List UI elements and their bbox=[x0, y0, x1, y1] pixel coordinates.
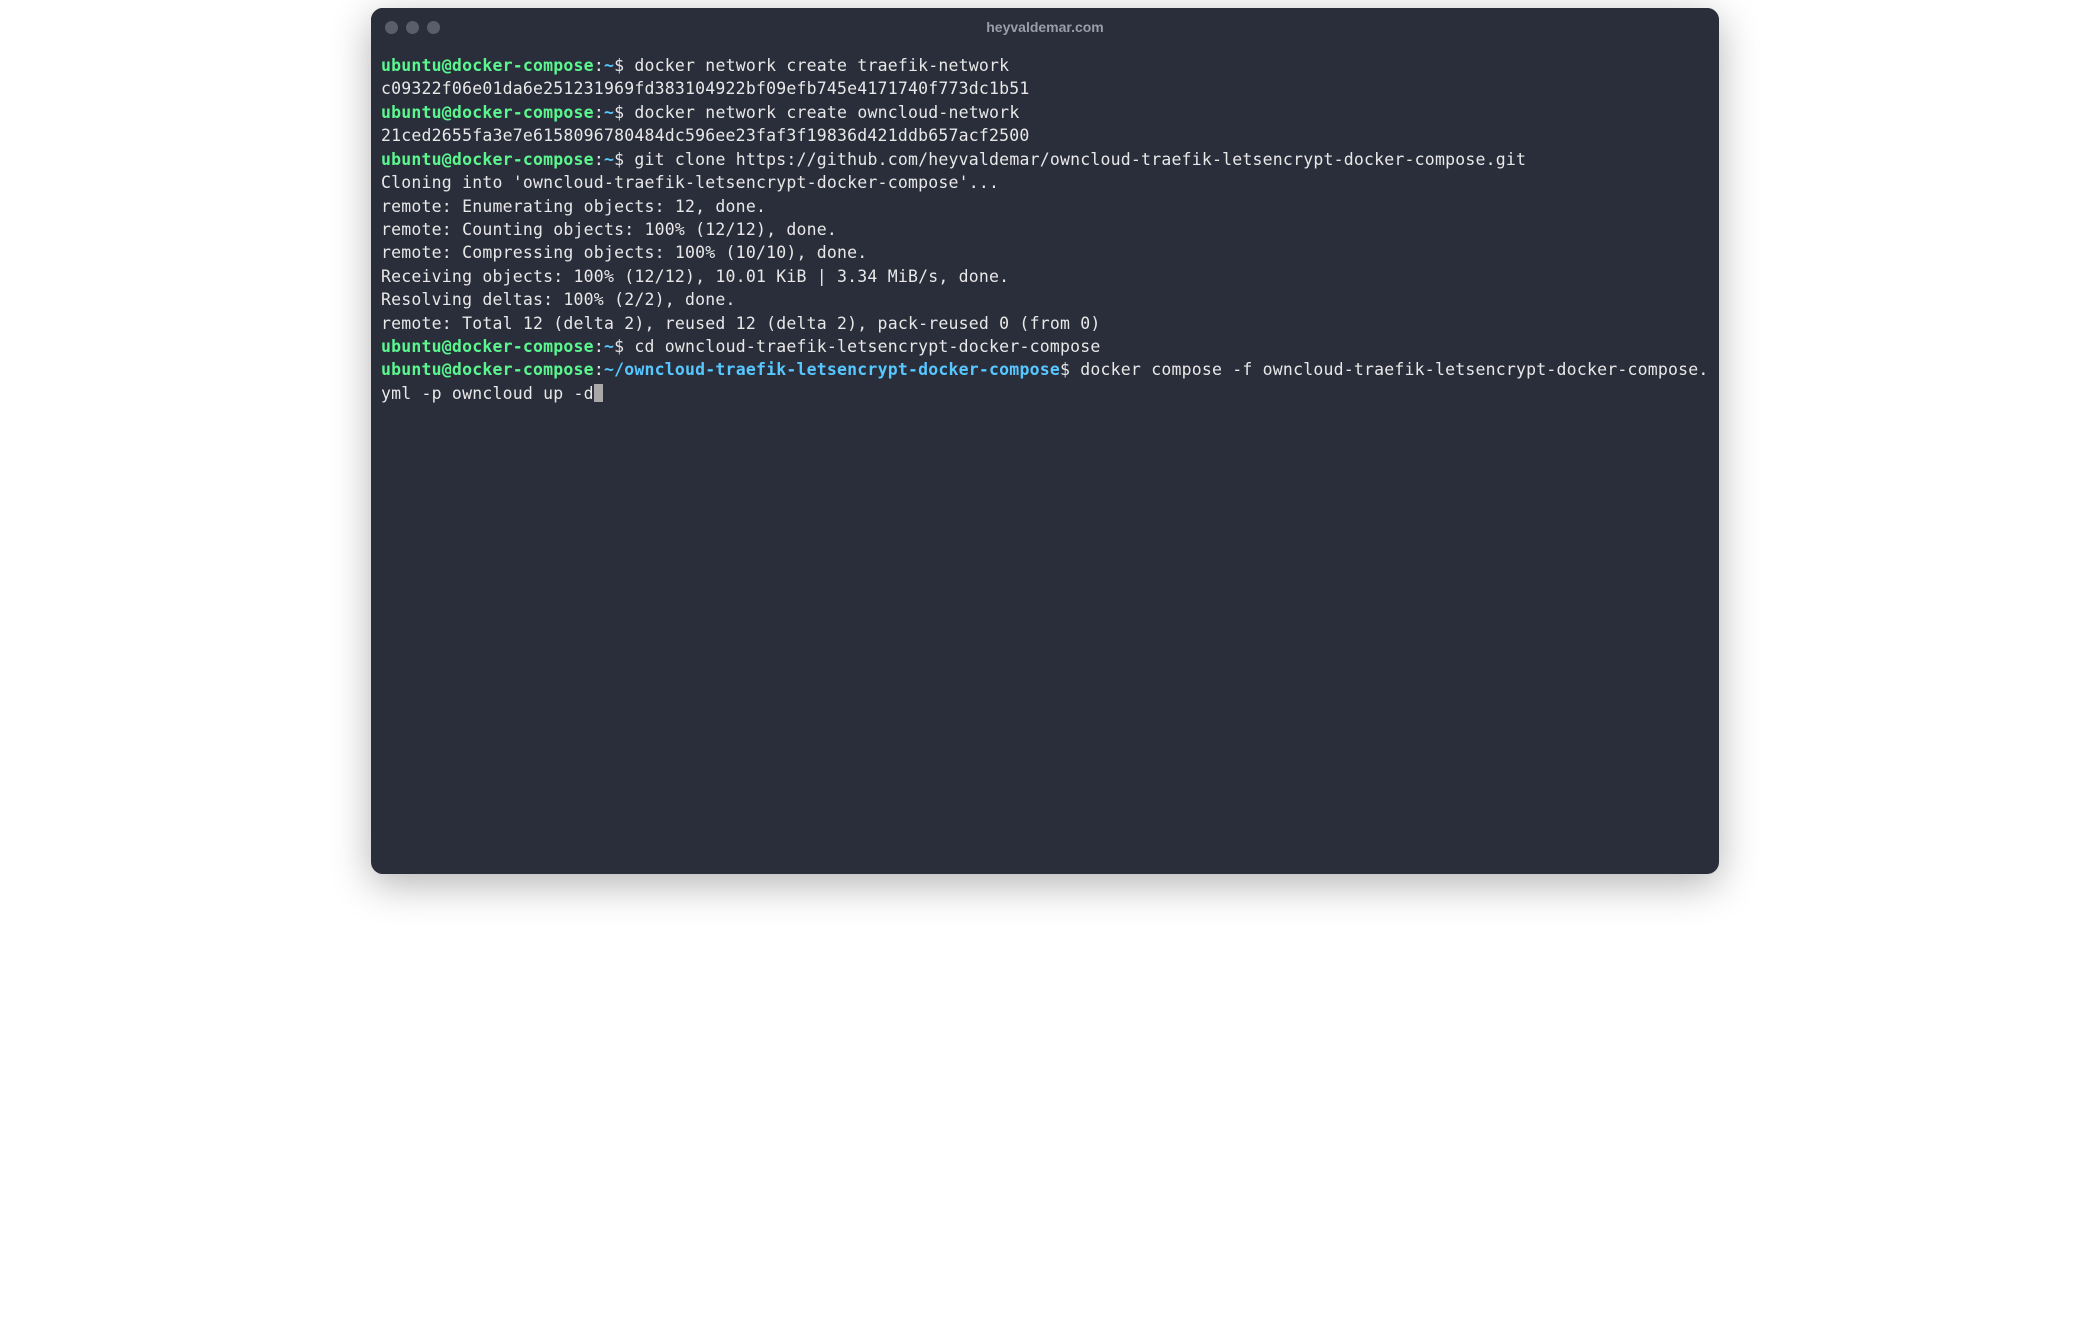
terminal-body[interactable]: ubuntu@docker-compose:~$ docker network … bbox=[371, 46, 1719, 874]
user-host: ubuntu@docker-compose bbox=[381, 103, 594, 122]
close-icon[interactable] bbox=[385, 21, 398, 34]
prompt-path: ~ bbox=[604, 337, 614, 356]
output-line: c09322f06e01da6e251231969fd383104922bf09… bbox=[381, 77, 1709, 100]
prompt-path: ~ bbox=[604, 150, 614, 169]
terminal-window: heyvaldemar.com ubuntu@docker-compose:~$… bbox=[371, 8, 1719, 874]
user-host: ubuntu@docker-compose bbox=[381, 150, 594, 169]
command-text: docker network create traefik-network bbox=[624, 56, 1009, 75]
user-host: ubuntu@docker-compose bbox=[381, 360, 594, 379]
prompt-dollar: $ bbox=[614, 337, 624, 356]
output-line: Receiving objects: 100% (12/12), 10.01 K… bbox=[381, 265, 1709, 288]
command-text: cd owncloud-traefik-letsencrypt-docker-c… bbox=[624, 337, 1100, 356]
prompt-dollar: $ bbox=[1060, 360, 1070, 379]
prompt-dollar: $ bbox=[614, 56, 624, 75]
titlebar: heyvaldemar.com bbox=[371, 8, 1719, 46]
prompt-path: ~ bbox=[604, 103, 614, 122]
prompt-line: ubuntu@docker-compose:~$ cd owncloud-tra… bbox=[381, 335, 1709, 358]
prompt-line: ubuntu@docker-compose:~$ docker network … bbox=[381, 54, 1709, 77]
prompt-line: ubuntu@docker-compose:~/owncloud-traefik… bbox=[381, 358, 1709, 405]
user-host: ubuntu@docker-compose bbox=[381, 56, 594, 75]
prompt-line: ubuntu@docker-compose:~$ git clone https… bbox=[381, 148, 1709, 171]
prompt-colon: : bbox=[594, 150, 604, 169]
output-line: Cloning into 'owncloud-traefik-letsencry… bbox=[381, 171, 1709, 194]
command-text: git clone https://github.com/heyvaldemar… bbox=[624, 150, 1526, 169]
output-line: remote: Total 12 (delta 2), reused 12 (d… bbox=[381, 312, 1709, 335]
traffic-lights bbox=[385, 21, 440, 34]
output-line: remote: Counting objects: 100% (12/12), … bbox=[381, 218, 1709, 241]
prompt-line: ubuntu@docker-compose:~$ docker network … bbox=[381, 101, 1709, 124]
cursor-icon bbox=[594, 384, 603, 402]
output-line: remote: Compressing objects: 100% (10/10… bbox=[381, 241, 1709, 264]
command-text: docker network create owncloud-network bbox=[624, 103, 1019, 122]
prompt-colon: : bbox=[594, 337, 604, 356]
output-line: remote: Enumerating objects: 12, done. bbox=[381, 195, 1709, 218]
minimize-icon[interactable] bbox=[406, 21, 419, 34]
window-title: heyvaldemar.com bbox=[986, 19, 1104, 35]
prompt-dollar: $ bbox=[614, 150, 624, 169]
output-line: Resolving deltas: 100% (2/2), done. bbox=[381, 288, 1709, 311]
maximize-icon[interactable] bbox=[427, 21, 440, 34]
prompt-colon: : bbox=[594, 103, 604, 122]
prompt-colon: : bbox=[594, 56, 604, 75]
output-line: 21ced2655fa3e7e6158096780484dc596ee23faf… bbox=[381, 124, 1709, 147]
prompt-path: ~/owncloud-traefik-letsencrypt-docker-co… bbox=[604, 360, 1060, 379]
user-host: ubuntu@docker-compose bbox=[381, 337, 594, 356]
prompt-colon: : bbox=[594, 360, 604, 379]
prompt-path: ~ bbox=[604, 56, 614, 75]
prompt-dollar: $ bbox=[614, 103, 624, 122]
